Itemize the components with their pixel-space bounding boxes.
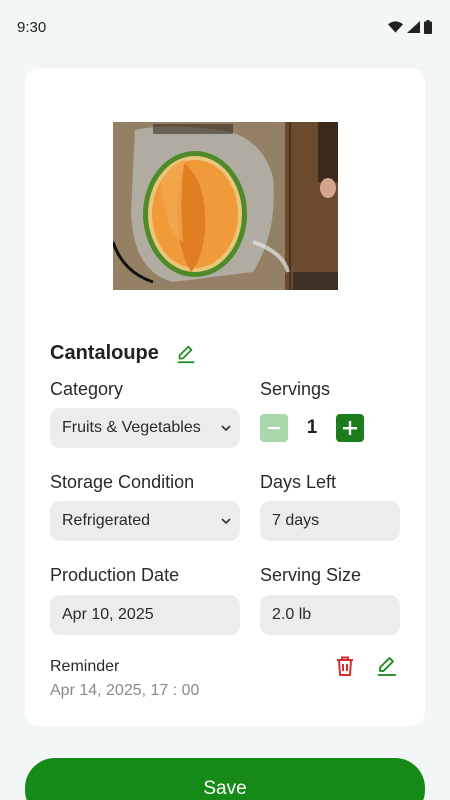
decrease-servings-button[interactable] — [260, 414, 288, 442]
storage-condition-value: Refrigerated — [62, 512, 151, 529]
storage-condition-label: Storage Condition — [50, 472, 195, 492]
reminder-time: Apr 14, 2025, 17 : 00 — [50, 682, 200, 699]
status-time: 9:30 — [17, 19, 47, 36]
serving-size-field[interactable]: 2.0 lb — [260, 595, 400, 635]
serving-size-label: Serving Size — [260, 565, 362, 585]
servings-stepper: 1 — [260, 414, 365, 442]
production-date-label: Production Date — [50, 565, 180, 585]
servings-label: Servings — [260, 379, 331, 399]
category-label: Category — [50, 379, 124, 399]
category-select[interactable]: Fruits & Vegetables — [50, 408, 240, 448]
category-value: Fruits & Vegetables — [62, 419, 201, 436]
minus-icon — [268, 427, 280, 430]
production-date-field[interactable]: Apr 10, 2025 — [50, 595, 240, 635]
reminder-title: Reminder — [50, 658, 120, 675]
increase-servings-button[interactable] — [336, 414, 364, 442]
food-detail-card: Cantaloupe Category Fruits & Vegetables … — [25, 68, 425, 726]
chevron-down-icon — [221, 425, 231, 432]
food-photo-image — [113, 122, 338, 290]
delete-reminder-trash-icon[interactable] — [333, 654, 357, 678]
save-button[interactable]: Save — [25, 758, 425, 800]
edit-name-pencil-icon[interactable] — [175, 343, 197, 365]
signal-icon — [407, 21, 420, 33]
food-name-row: Cantaloupe — [50, 342, 197, 365]
days-left-label: Days Left — [260, 472, 337, 492]
days-left-field[interactable]: 7 days — [260, 501, 400, 541]
serving-size-value: 2.0 lb — [272, 606, 312, 623]
food-name: Cantaloupe — [50, 342, 159, 364]
chevron-down-icon — [221, 518, 231, 525]
plus-icon — [343, 421, 357, 435]
battery-icon — [424, 20, 432, 34]
status-bar: 9:30 — [0, 0, 450, 56]
save-button-label: Save — [203, 778, 247, 799]
days-left-value: 7 days — [272, 512, 320, 529]
production-date-value: Apr 10, 2025 — [62, 606, 154, 623]
edit-reminder-pencil-icon[interactable] — [375, 654, 399, 678]
servings-value: 1 — [306, 417, 318, 438]
status-icons — [388, 20, 432, 34]
storage-condition-select[interactable]: Refrigerated — [50, 501, 240, 541]
wifi-icon — [388, 21, 403, 33]
food-photo — [113, 122, 338, 290]
